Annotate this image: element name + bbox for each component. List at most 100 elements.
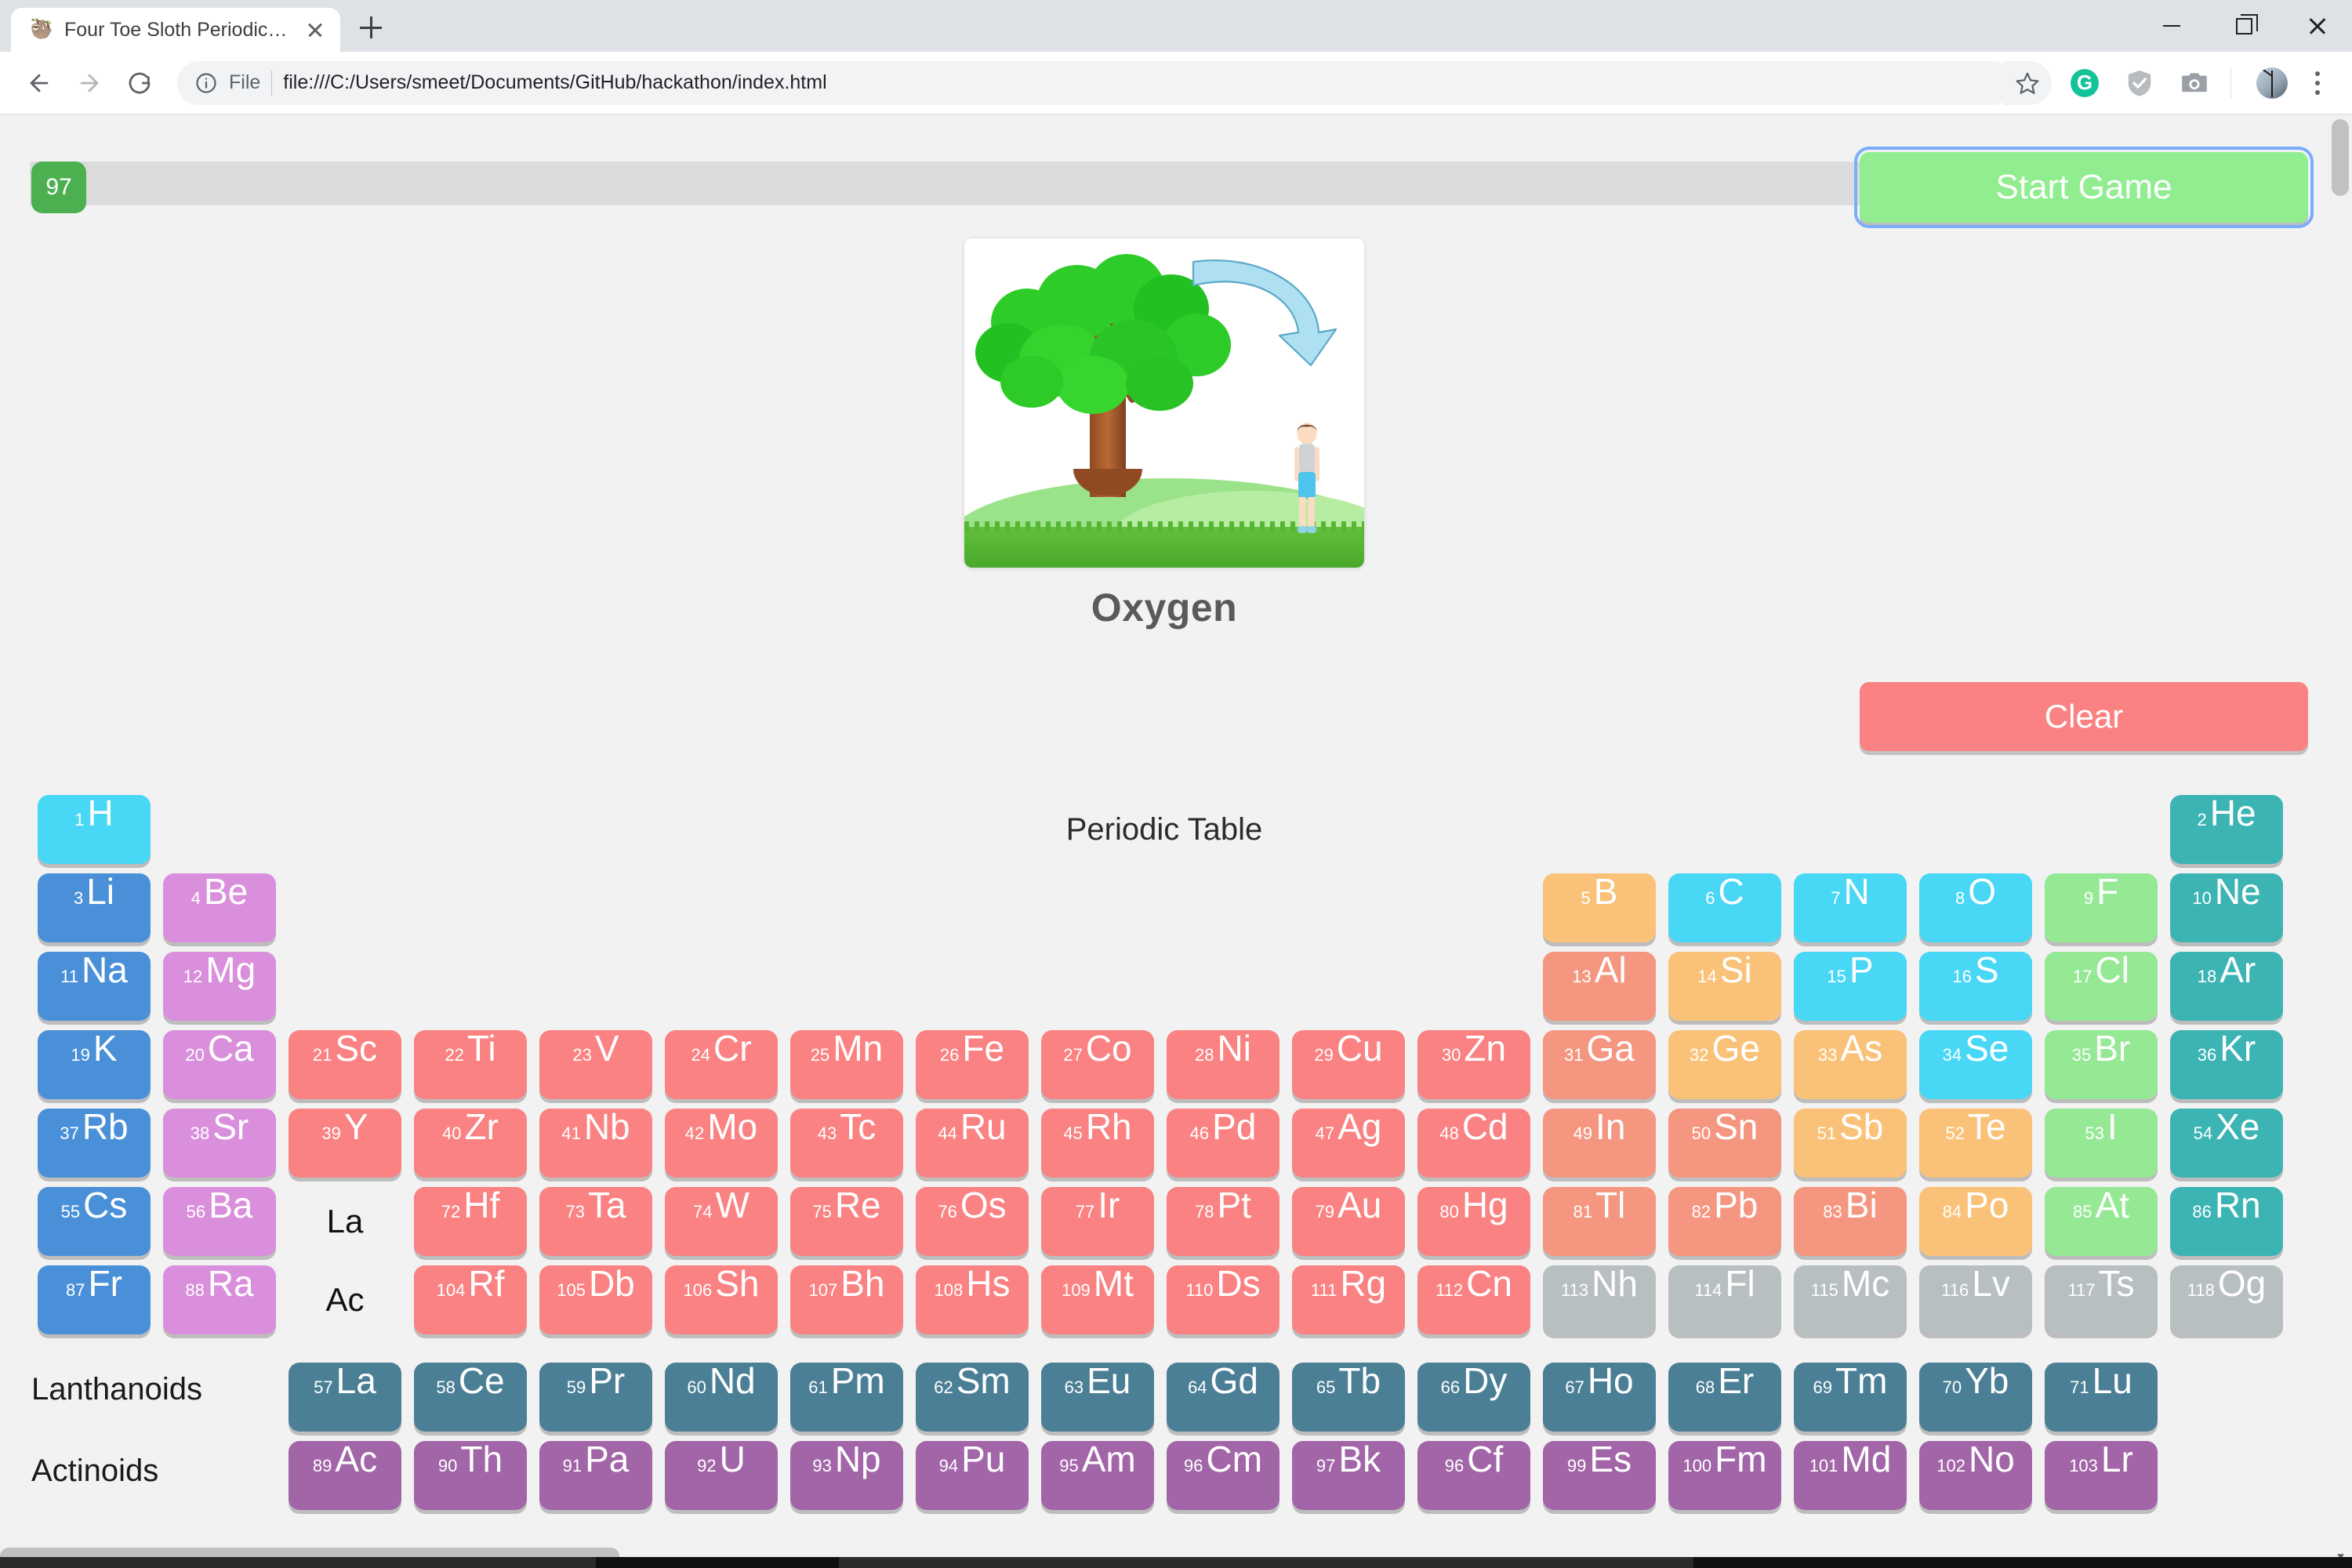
element-tile-Sb[interactable]: 51 Sb [1794, 1109, 1907, 1178]
element-tile-Am[interactable]: 95 Am [1041, 1441, 1154, 1510]
element-tile-Rg[interactable]: 111 Rg [1292, 1265, 1405, 1334]
element-tile-Ho[interactable]: 67 Ho [1543, 1363, 1656, 1432]
element-tile-Ga[interactable]: 31 Ga [1543, 1030, 1656, 1099]
minimize-icon[interactable] [2136, 0, 2208, 52]
element-tile-Ac[interactable]: 89 Ac [289, 1441, 401, 1510]
element-tile-Ta[interactable]: 73 Ta [539, 1187, 652, 1256]
start-game-button[interactable]: Start Game [1854, 147, 2314, 228]
element-tile-Pb[interactable]: 82 Pb [1668, 1187, 1781, 1256]
element-tile-Yb[interactable]: 70 Yb [1919, 1363, 2032, 1432]
element-tile-Ir[interactable]: 77 Ir [1041, 1187, 1154, 1256]
element-tile-Lu[interactable]: 71 Lu [2045, 1363, 2158, 1432]
element-tile-Nh[interactable]: 113 Nh [1543, 1265, 1656, 1334]
element-tile-Cu[interactable]: 29 Cu [1292, 1030, 1405, 1099]
element-tile-Sm[interactable]: 62 Sm [916, 1363, 1029, 1432]
element-tile-Bh[interactable]: 107 Bh [790, 1265, 903, 1334]
element-tile-Cn[interactable]: 112 Cn [1417, 1265, 1530, 1334]
element-tile-Sr[interactable]: 38 Sr [163, 1109, 276, 1178]
element-tile-Tm[interactable]: 69 Tm [1794, 1363, 1907, 1432]
element-tile-As[interactable]: 33 As [1794, 1030, 1907, 1099]
element-tile-Ts[interactable]: 117 Ts [2045, 1265, 2158, 1334]
element-tile-Cs[interactable]: 55 Cs [38, 1187, 151, 1256]
element-tile-N[interactable]: 7N [1794, 873, 1907, 942]
element-tile-Ru[interactable]: 44 Ru [916, 1109, 1029, 1178]
clear-button[interactable]: Clear [1860, 682, 2308, 751]
back-icon[interactable] [17, 61, 61, 105]
element-tile-Se[interactable]: 34 Se [1919, 1030, 2032, 1099]
element-tile-Rn[interactable]: 86 Rn [2170, 1187, 2283, 1256]
element-tile-Te[interactable]: 52 Te [1919, 1109, 2032, 1178]
element-tile-Fr[interactable]: 87 Fr [38, 1265, 151, 1334]
element-tile-Mn[interactable]: 25 Mn [790, 1030, 903, 1099]
element-tile-Si[interactable]: 14 Si [1668, 952, 1781, 1021]
element-tile-Hs[interactable]: 108 Hs [916, 1265, 1029, 1334]
element-tile-I[interactable]: 53 I [2045, 1109, 2158, 1178]
vertical-scroll-thumb[interactable] [2332, 119, 2349, 196]
forward-icon[interactable] [67, 61, 111, 105]
element-tile-Db[interactable]: 105 Db [539, 1265, 652, 1334]
element-tile-Eu[interactable]: 63 Eu [1041, 1363, 1154, 1432]
element-tile-Tl[interactable]: 81 Tl [1543, 1187, 1656, 1256]
kebab-menu-icon[interactable] [2300, 61, 2335, 105]
element-tile-Cf[interactable]: 96 Cf [1417, 1441, 1530, 1510]
element-tile-Pr[interactable]: 59 Pr [539, 1363, 652, 1432]
element-tile-Ds[interactable]: 110 Ds [1167, 1265, 1279, 1334]
element-tile-Ra[interactable]: 88 Ra [163, 1265, 276, 1334]
element-tile-Mo[interactable]: 42 Mo [665, 1109, 778, 1178]
element-tile-Ni[interactable]: 28 Ni [1167, 1030, 1279, 1099]
element-tile-Br[interactable]: 35 Br [2045, 1030, 2158, 1099]
element-tile-Pt[interactable]: 78 Pt [1167, 1187, 1279, 1256]
element-tile-Ar[interactable]: 18 Ar [2170, 952, 2283, 1021]
element-tile-Pa[interactable]: 91 Pa [539, 1441, 652, 1510]
element-tile-Na[interactable]: 11 Na [38, 952, 151, 1021]
element-tile-Ce[interactable]: 58 Ce [414, 1363, 527, 1432]
element-tile-Al[interactable]: 13 Al [1543, 952, 1656, 1021]
address-bar[interactable]: File file:///C:/Users/smeet/Documents/Gi… [177, 60, 2014, 105]
element-tile-Cm[interactable]: 96 Cm [1167, 1441, 1279, 1510]
element-tile-U[interactable]: 92 U [665, 1441, 778, 1510]
element-tile-Ba[interactable]: 56 Ba [163, 1187, 276, 1256]
element-tile-At[interactable]: 85 At [2045, 1187, 2158, 1256]
element-tile-Dy[interactable]: 66 Dy [1417, 1363, 1530, 1432]
element-tile-Ne[interactable]: 10 Ne [2170, 873, 2283, 942]
element-tile-Pd[interactable]: 46 Pd [1167, 1109, 1279, 1178]
element-tile-Y[interactable]: 39 Y [289, 1109, 401, 1178]
element-tile-Ag[interactable]: 47 Ag [1292, 1109, 1405, 1178]
element-tile-Nb[interactable]: 41 Nb [539, 1109, 652, 1178]
profile-avatar[interactable] [2250, 61, 2294, 105]
element-tile-Au[interactable]: 79 Au [1292, 1187, 1405, 1256]
element-tile-Bi[interactable]: 83 Bi [1794, 1187, 1907, 1256]
screenshot-camera-icon[interactable] [2172, 61, 2216, 105]
element-tile-Th[interactable]: 90 Th [414, 1441, 527, 1510]
element-tile-Rb[interactable]: 37 Rb [38, 1109, 151, 1178]
element-tile-Co[interactable]: 27 Co [1041, 1030, 1154, 1099]
reload-icon[interactable] [118, 61, 162, 105]
element-tile-Bk[interactable]: 97 Bk [1292, 1441, 1405, 1510]
new-tab-button[interactable] [348, 5, 394, 50]
element-tile-Np[interactable]: 93 Np [790, 1441, 903, 1510]
element-tile-Sh[interactable]: 106 Sh [665, 1265, 778, 1334]
element-tile-Ti[interactable]: 22 Ti [414, 1030, 527, 1099]
element-tile-Mt[interactable]: 109 Mt [1041, 1265, 1154, 1334]
element-tile-Tb[interactable]: 65 Tb [1292, 1363, 1405, 1432]
element-tile-O[interactable]: 8O [1919, 873, 2032, 942]
element-tile-La[interactable]: 57 La [289, 1363, 401, 1432]
element-tile-Gd[interactable]: 64 Gd [1167, 1363, 1279, 1432]
element-tile-Og[interactable]: 118 Og [2170, 1265, 2283, 1334]
adguard-shield-icon[interactable] [2118, 61, 2161, 105]
element-tile-S[interactable]: 16 S [1919, 952, 2032, 1021]
element-tile-In[interactable]: 49 In [1543, 1109, 1656, 1178]
element-tile-W[interactable]: 74 W [665, 1187, 778, 1256]
element-tile-Os[interactable]: 76 Os [916, 1187, 1029, 1256]
url-text[interactable]: file:///C:/Users/smeet/Documents/GitHub/… [283, 71, 826, 94]
element-tile-Lv[interactable]: 116 Lv [1919, 1265, 2032, 1334]
element-tile-Md[interactable]: 101 Md [1794, 1441, 1907, 1510]
element-tile-Sn[interactable]: 50 Sn [1668, 1109, 1781, 1178]
element-tile-Fe[interactable]: 26 Fe [916, 1030, 1029, 1099]
element-tile-Kr[interactable]: 36 Kr [2170, 1030, 2283, 1099]
vertical-scrollbar[interactable] [2328, 114, 2352, 1568]
element-tile-Mg[interactable]: 12 Mg [163, 952, 276, 1021]
info-circle-icon[interactable] [194, 71, 218, 95]
element-tile-Fl[interactable]: 114 Fl [1668, 1265, 1781, 1334]
element-tile-Mc[interactable]: 115 Mc [1794, 1265, 1907, 1334]
